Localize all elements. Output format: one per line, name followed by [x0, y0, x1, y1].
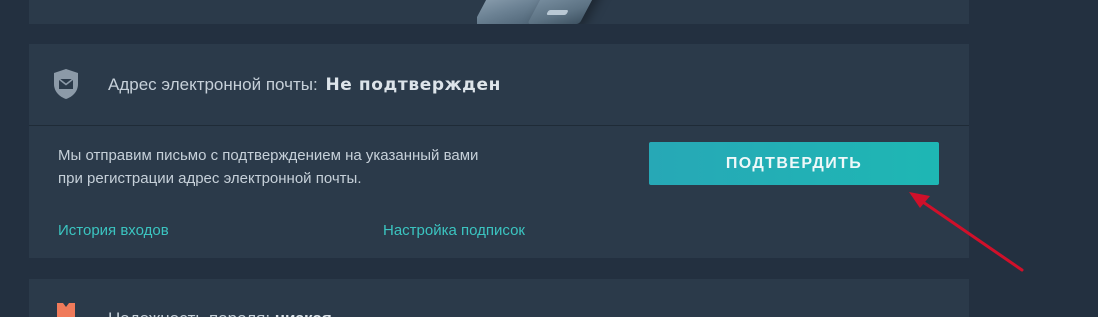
password-strength-card: Надежность пароля: низкая — [29, 279, 969, 317]
password-strength-label: Надежность пароля: — [108, 309, 270, 317]
page: Адрес электронной почты: Не подтвержден … — [0, 0, 1098, 317]
password-strength-value: низкая — [275, 309, 332, 317]
description-line-2: при регистрации адрес электронной почты. — [58, 170, 362, 187]
email-status-line: Адрес электронной почты: Не подтвержден — [108, 75, 501, 95]
mail-shield-icon — [54, 69, 78, 99]
subscription-settings-link[interactable]: Настройка подписок — [383, 222, 525, 239]
promo-card — [29, 0, 969, 24]
login-history-link[interactable]: История входов — [58, 222, 169, 239]
confirm-email-button[interactable]: ПОДТВЕРДИТЬ — [649, 142, 939, 185]
email-label: Адрес электронной почты: — [108, 75, 318, 94]
email-description: Мы отправим письмо с подтверждением на у… — [58, 144, 558, 190]
password-strength-line: Надежность пароля: низкая — [108, 309, 332, 317]
email-status: Не подтвержден — [325, 75, 501, 95]
email-verification-card: Адрес электронной почты: Не подтвержден … — [29, 44, 969, 258]
email-card-header: Адрес электронной почты: Не подтвержден — [29, 44, 969, 126]
description-line-1: Мы отправим письмо с подтверждением на у… — [58, 147, 479, 164]
shield-warning-icon — [57, 303, 75, 317]
phones-illustration — [477, 0, 613, 24]
